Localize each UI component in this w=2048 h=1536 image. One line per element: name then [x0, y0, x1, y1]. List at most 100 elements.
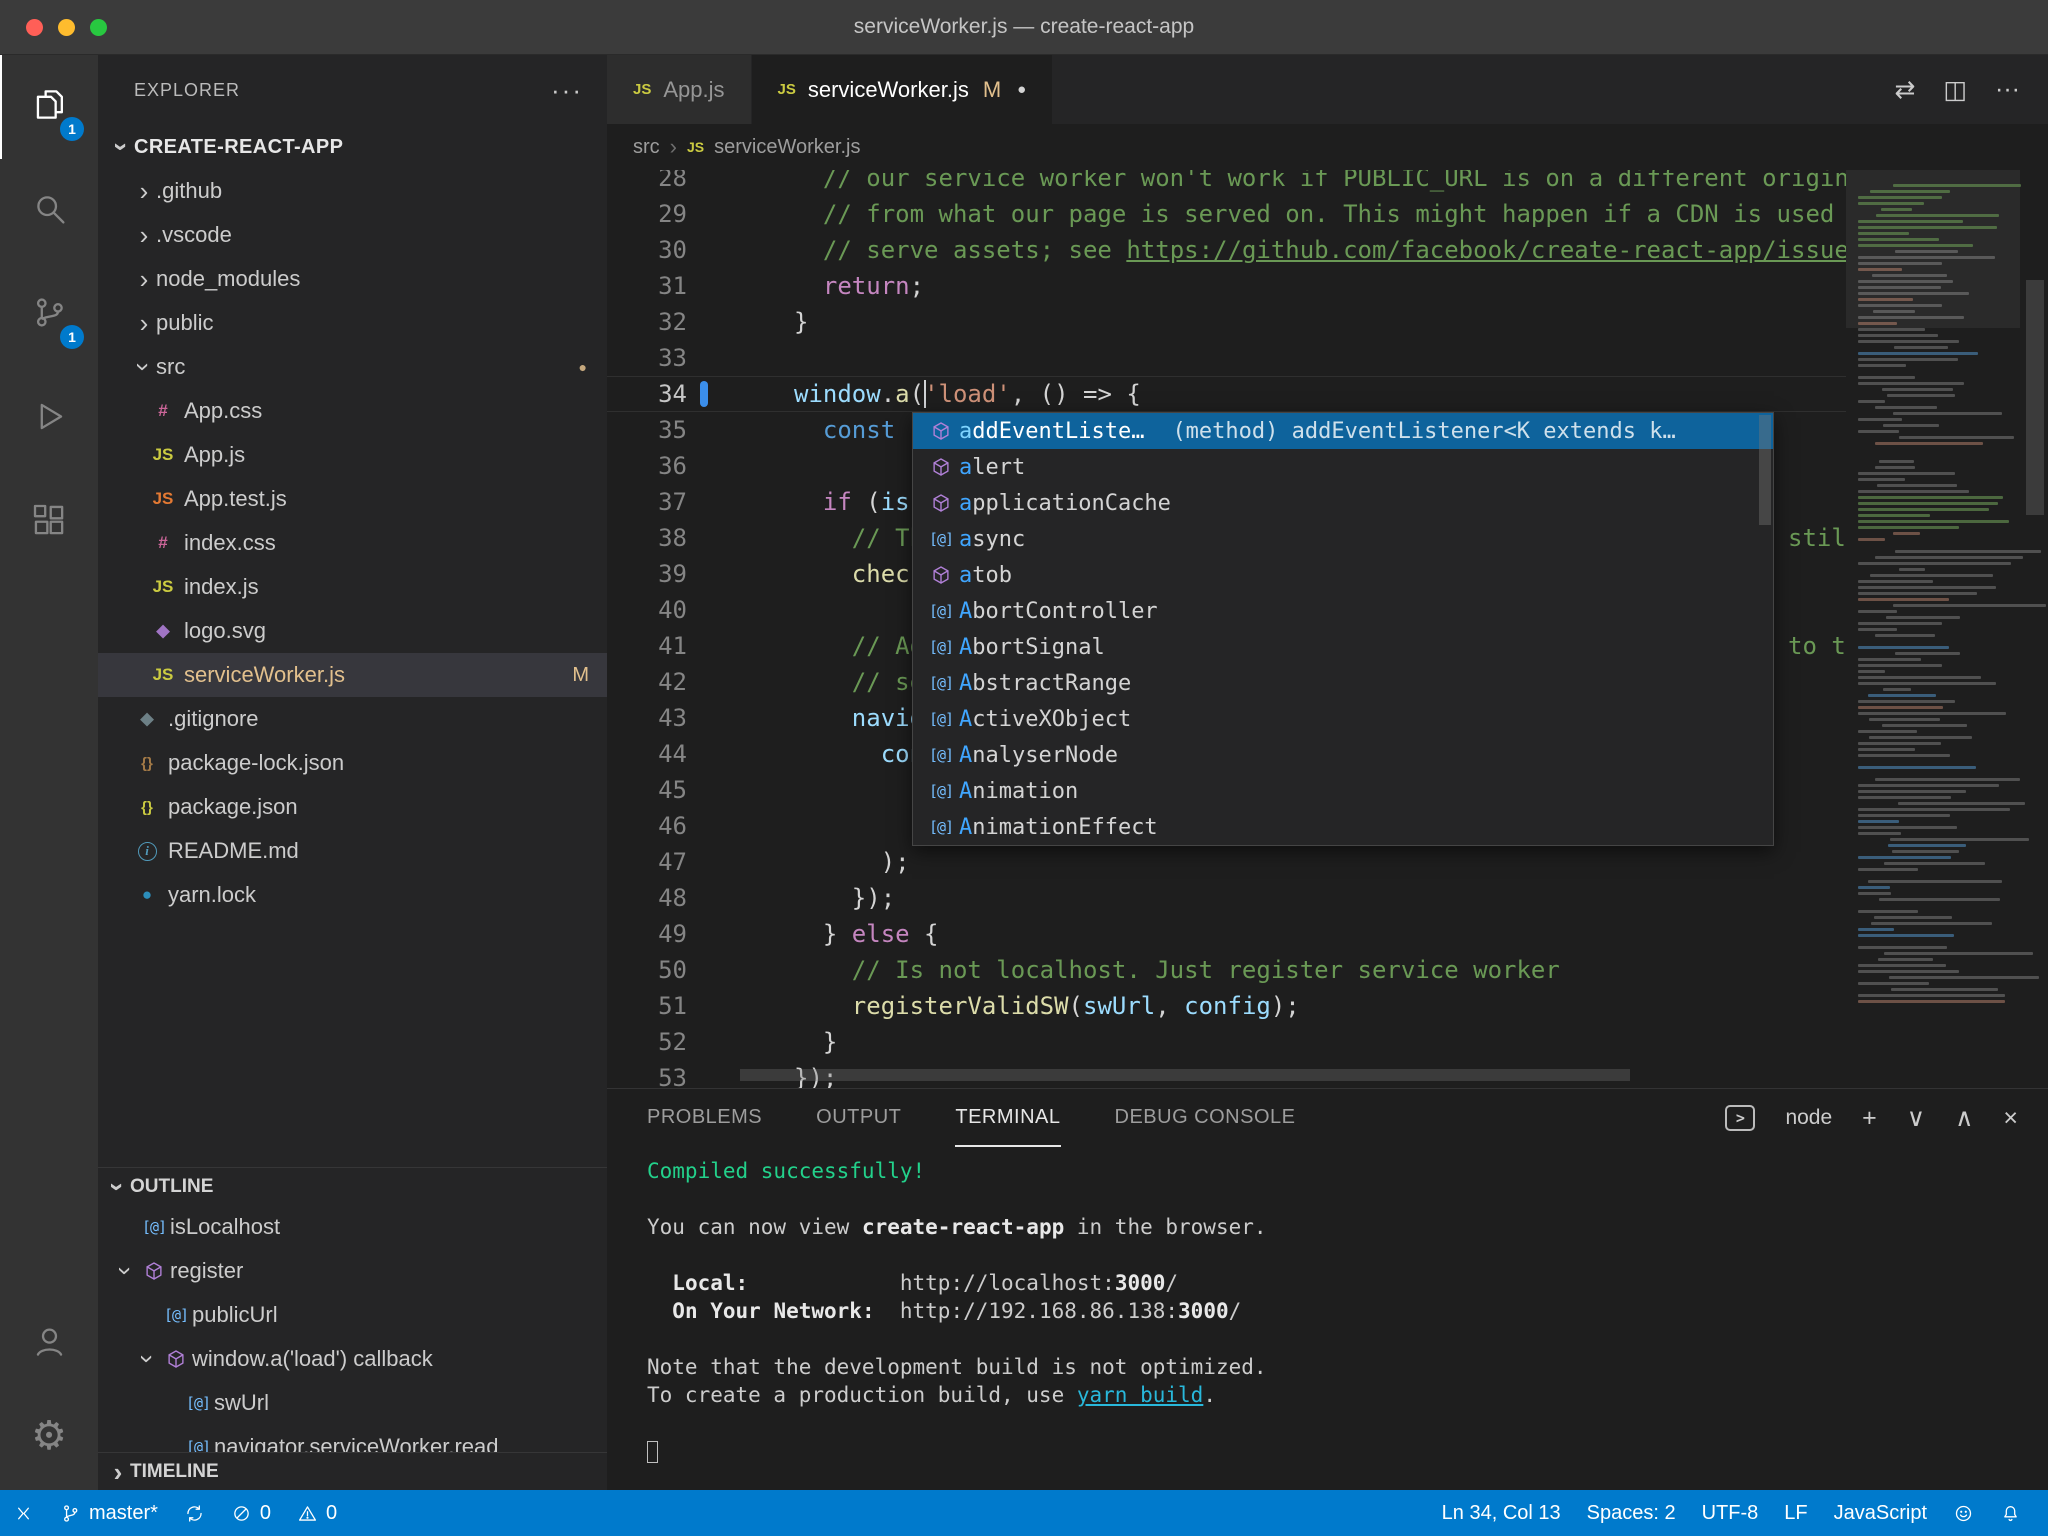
- suggest-item-analysernode[interactable]: [@] AnalyserNode: [913, 737, 1773, 773]
- tree-item-gitignore[interactable]: ◆ .gitignore: [98, 697, 607, 741]
- status-indentation[interactable]: Spaces: 2: [1574, 1490, 1689, 1536]
- horizontal-scrollbar[interactable]: [740, 1069, 1630, 1081]
- suggest-item-abortcontroller[interactable]: [@] AbortController: [913, 593, 1773, 629]
- activity-bar: 1 1 ⚙: [0, 55, 98, 1490]
- activity-item-extensions[interactable]: [0, 471, 98, 575]
- suggest-item-alert[interactable]: alert: [913, 449, 1773, 485]
- outline-item-window-a-load-callback[interactable]: › window.a('load') callback: [98, 1337, 607, 1381]
- panel-tab-debug-console[interactable]: DEBUG CONSOLE: [1115, 1089, 1296, 1147]
- tree-item-public[interactable]: › public: [98, 301, 607, 345]
- code-line-52[interactable]: 52 }: [607, 1024, 1846, 1060]
- close-window-button[interactable]: [26, 18, 43, 36]
- suggest-item-animation[interactable]: [@] Animation: [913, 773, 1773, 809]
- panel-tab-problems[interactable]: PROBLEMS: [647, 1089, 762, 1147]
- minimize-window-button[interactable]: [58, 18, 75, 36]
- tree-item-vscode[interactable]: › .vscode: [98, 213, 607, 257]
- close-panel-button[interactable]: ×: [2003, 1105, 2018, 1131]
- tree-item-yarn-lock[interactable]: ● yarn.lock: [98, 873, 607, 917]
- run-debug-icon: [31, 398, 68, 440]
- tree-item-app-test-js[interactable]: JS App.test.js: [98, 477, 607, 521]
- maximize-panel-button[interactable]: ∧: [1955, 1105, 1973, 1131]
- split-editor-icon[interactable]: ◫: [1943, 75, 1967, 105]
- outline-item-swurl[interactable]: [@] swUrl: [98, 1381, 607, 1425]
- terminal-output[interactable]: Compiled successfully! You can now view c…: [607, 1147, 2048, 1465]
- more-actions-icon[interactable]: ···: [551, 76, 583, 103]
- new-terminal-button[interactable]: +: [1862, 1105, 1877, 1131]
- status-language-mode[interactable]: JavaScript: [1821, 1490, 1940, 1536]
- more-icon[interactable]: ···: [1995, 75, 2020, 104]
- minimap[interactable]: [1846, 170, 2047, 1088]
- outline-item-register[interactable]: › register: [98, 1249, 607, 1293]
- tree-item-serviceworker-js[interactable]: JS serviceWorker.js M: [98, 653, 607, 697]
- status-notifications[interactable]: [1987, 1490, 2034, 1536]
- code-editor[interactable]: 28 // our service worker won't work if P…: [607, 170, 2048, 1088]
- suggest-scrollbar[interactable]: [1759, 415, 1771, 525]
- panel-tab-terminal[interactable]: TERMINAL: [955, 1089, 1061, 1147]
- suggest-item-abstractrange[interactable]: [@] AbstractRange: [913, 665, 1773, 701]
- outline-item-islocalhost[interactable]: [@] isLocalhost: [98, 1205, 607, 1249]
- status-encoding[interactable]: UTF-8: [1689, 1490, 1772, 1536]
- activity-item-search[interactable]: [0, 159, 98, 263]
- suggest-item-async[interactable]: [@] async: [913, 521, 1773, 557]
- code-line-49[interactable]: 49 } else {: [607, 916, 1846, 952]
- code-line-32[interactable]: 32}: [607, 304, 1846, 340]
- activity-item-source-control[interactable]: 1: [0, 263, 98, 367]
- timeline-header[interactable]: › TIMELINE: [98, 1452, 607, 1490]
- suggest-item-applicationcache[interactable]: applicationCache: [913, 485, 1773, 521]
- status-git-branch[interactable]: master*: [47, 1490, 171, 1536]
- tree-item-src[interactable]: › src ●: [98, 345, 607, 389]
- status-error-count[interactable]: 0: [218, 1490, 284, 1536]
- status-feedback[interactable]: [1940, 1490, 1987, 1536]
- outline-item-publicurl[interactable]: [@] publicUrl: [98, 1293, 607, 1337]
- vertical-scrollbar[interactable]: [2026, 280, 2044, 515]
- status-eol[interactable]: LF: [1771, 1490, 1820, 1536]
- tree-item-index-css[interactable]: # index.css: [98, 521, 607, 565]
- zoom-window-button[interactable]: [90, 18, 107, 36]
- code-line-50[interactable]: 50 // Is not localhost. Just register se…: [607, 952, 1846, 988]
- status-remote-indicator[interactable]: [0, 1490, 47, 1536]
- activity-item-run-debug[interactable]: [0, 367, 98, 471]
- code-text-overflow: stil: [1788, 524, 1846, 552]
- terminal-dropdown-chevron-icon[interactable]: ∨: [1907, 1105, 1925, 1131]
- tree-item-readme-md[interactable]: i README.md: [98, 829, 607, 873]
- status-warning-count[interactable]: 0: [284, 1490, 350, 1536]
- code-line-33[interactable]: 33: [607, 340, 1846, 376]
- status-cursor-position[interactable]: Ln 34, Col 13: [1429, 1490, 1574, 1536]
- code-line-51[interactable]: 51 registerValidSW(swUrl, config);: [607, 988, 1846, 1024]
- outline-header[interactable]: › OUTLINE: [98, 1167, 607, 1205]
- breadcrumb-item[interactable]: serviceWorker.js: [714, 136, 860, 159]
- suggest-item-abortsignal[interactable]: [@] AbortSignal: [913, 629, 1773, 665]
- suggest-item-animationeffect[interactable]: [@] AnimationEffect: [913, 809, 1773, 845]
- tree-item-index-js[interactable]: JS index.js: [98, 565, 607, 609]
- tree-item-logo-svg[interactable]: ◆ logo.svg: [98, 609, 607, 653]
- code-line-30[interactable]: 30 // serve assets; see https://github.c…: [607, 232, 1846, 268]
- code-line-29[interactable]: 29 // from what our page is served on. T…: [607, 196, 1846, 232]
- breadcrumb-item[interactable]: src: [633, 136, 660, 159]
- suggest-item-addeventliste[interactable]: addEventListe… (method) addEventListener<…: [913, 413, 1773, 449]
- tree-item-github[interactable]: › .github: [98, 169, 607, 213]
- activity-item-account[interactable]: [0, 1298, 98, 1390]
- project-root-folder[interactable]: › CREATE-REACT-APP: [98, 125, 607, 169]
- tree-item-app-css[interactable]: # App.css: [98, 389, 607, 433]
- tree-item-package-lock-json[interactable]: {} package-lock.json: [98, 741, 607, 785]
- js-file-icon: JS: [152, 665, 174, 684]
- activity-item-settings[interactable]: ⚙: [0, 1390, 98, 1482]
- suggest-item-activexobject[interactable]: [@] ActiveXObject: [913, 701, 1773, 737]
- tree-item-app-js[interactable]: JS App.js: [98, 433, 607, 477]
- status-sync-changes[interactable]: [171, 1490, 218, 1536]
- open-changes-icon[interactable]: ⇄: [1894, 75, 1915, 105]
- code-line-48[interactable]: 48 });: [607, 880, 1846, 916]
- activity-item-explorer[interactable]: 1: [0, 55, 98, 159]
- code-line-31[interactable]: 31 return;: [607, 268, 1846, 304]
- item-label: swUrl: [214, 1390, 269, 1415]
- tree-item-package-json[interactable]: {} package.json: [98, 785, 607, 829]
- code-line-34[interactable]: 34 window.a('load', () => {: [607, 376, 1846, 412]
- code-line-47[interactable]: 47 );: [607, 844, 1846, 880]
- suggest-item-atob[interactable]: atob: [913, 557, 1773, 593]
- tab-app-js[interactable]: JS App.js: [607, 55, 752, 124]
- panel-tab-output[interactable]: OUTPUT: [816, 1089, 901, 1147]
- tab-serviceworker-js[interactable]: JS serviceWorker.js M ●: [751, 55, 1054, 124]
- tree-item-node-modules[interactable]: › node_modules: [98, 257, 607, 301]
- item-label: serviceWorker.js: [184, 662, 345, 687]
- code-line-28[interactable]: 28 // our service worker won't work if P…: [607, 170, 1846, 196]
